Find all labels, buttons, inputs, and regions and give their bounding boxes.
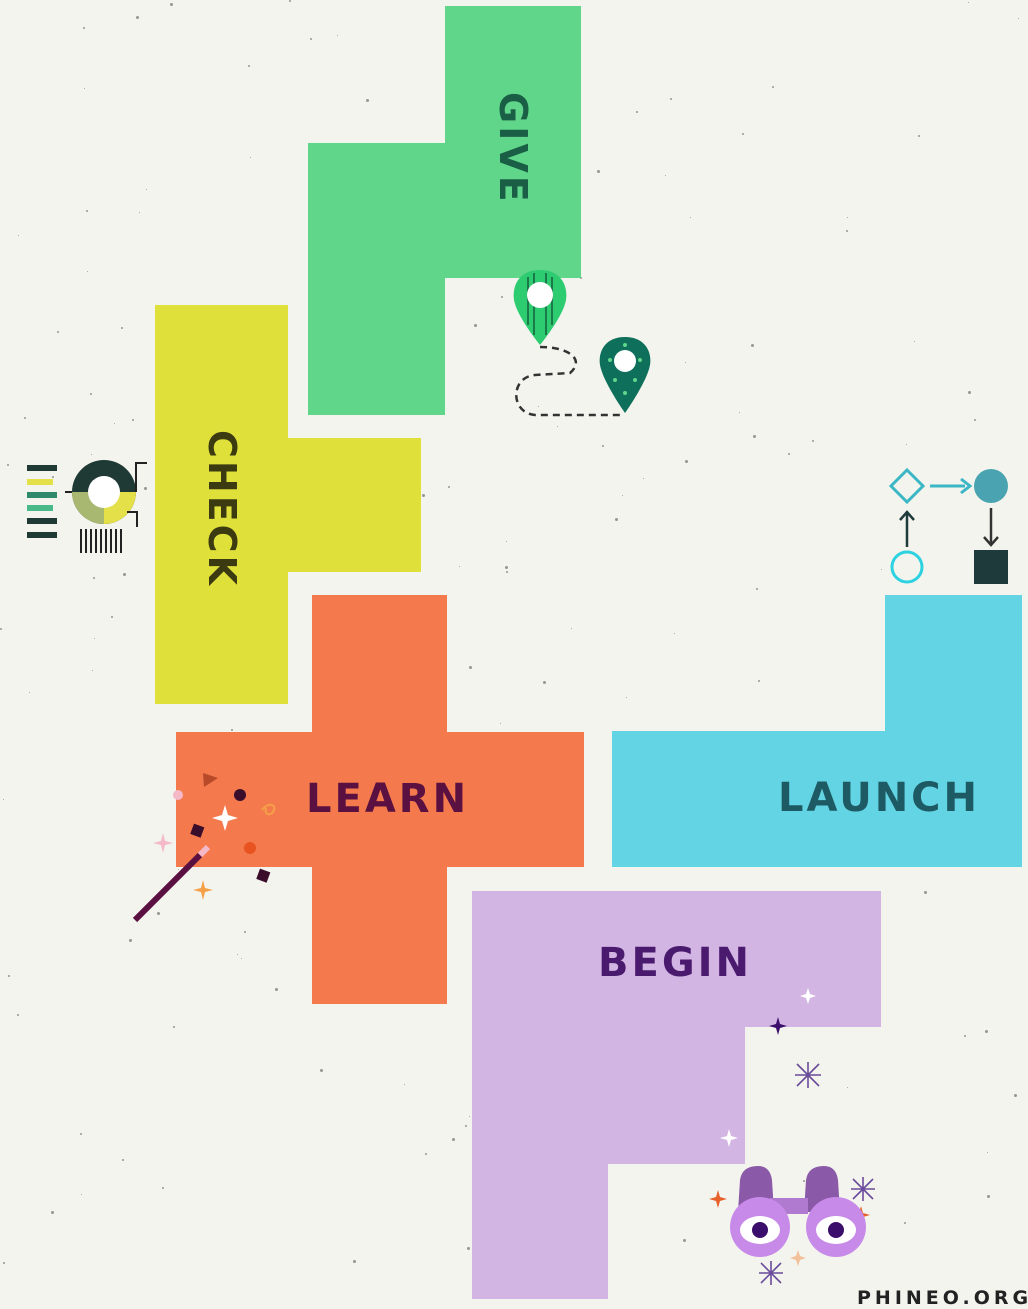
map-pins-path-icon xyxy=(513,270,651,417)
binoculars-icon xyxy=(709,988,875,1285)
footer-site-link[interactable]: PHINEO.ORG xyxy=(857,1287,1028,1309)
magic-wand-icon xyxy=(132,773,276,923)
flowchart-icon xyxy=(888,467,1008,584)
chart-dashboard-icon xyxy=(27,460,147,553)
begin-label: BEGIN xyxy=(598,940,753,986)
